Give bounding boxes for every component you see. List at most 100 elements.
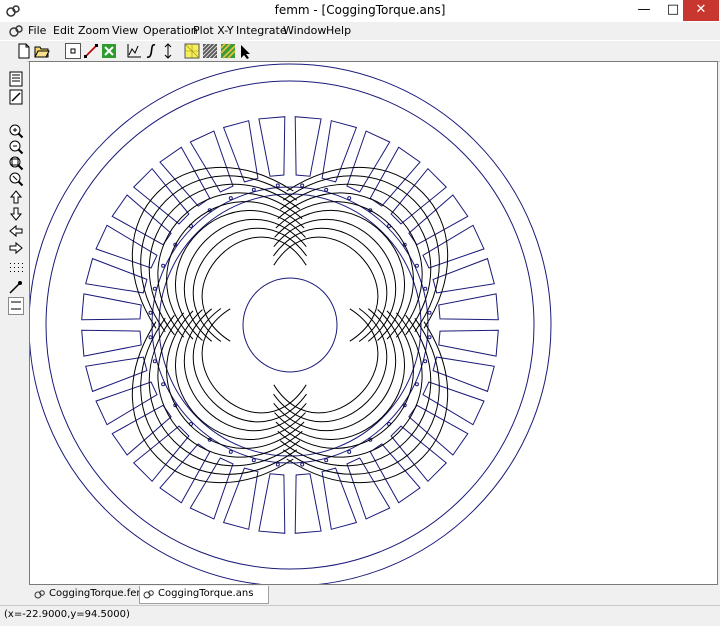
stator-slot: [159, 443, 211, 504]
node-marker: [228, 196, 233, 201]
pan-down-icon[interactable]: [8, 206, 24, 222]
snap-grid-icon[interactable]: [8, 89, 24, 105]
smooth-icon[interactable]: [160, 43, 176, 59]
flux-line: [157, 312, 303, 458]
open-file-icon[interactable]: [34, 43, 50, 59]
menu-plot-xy[interactable]: Plot X-Y: [193, 24, 234, 37]
stator-slot: [132, 167, 190, 225]
flux-line: [274, 309, 406, 441]
pan-left-icon[interactable]: [8, 223, 24, 239]
zoom-out-icon[interactable]: [8, 155, 24, 171]
stator-slot: [438, 329, 499, 357]
shaft: [242, 277, 338, 373]
minimize-button[interactable]: —: [630, 0, 658, 21]
menu-operation[interactable]: Operation: [143, 24, 198, 37]
menu-window[interactable]: Window: [283, 24, 326, 37]
node-marker: [427, 335, 432, 340]
flux-plot-canvas[interactable]: [29, 61, 718, 585]
flux-line: [201, 236, 307, 342]
refresh-icon[interactable]: [8, 71, 24, 87]
select-arrow-icon[interactable]: [238, 43, 254, 59]
menu-help[interactable]: Help: [326, 24, 351, 37]
node-marker: [414, 382, 419, 387]
area-mode-icon[interactable]: [101, 43, 117, 59]
pan-right-icon[interactable]: [8, 240, 24, 256]
stator-slot: [132, 425, 190, 483]
zoom-in-icon[interactable]: [8, 139, 24, 155]
show-mesh-icon[interactable]: [184, 43, 200, 59]
menu-bar: File Edit Zoom View Operation Plot X-Y I…: [0, 22, 720, 61]
stator-slot: [294, 473, 322, 534]
femm-document-icon: [34, 590, 45, 599]
flux-line: [192, 227, 307, 342]
node-marker: [427, 310, 432, 315]
zoom-window-icon[interactable]: [8, 171, 24, 187]
menu-edit[interactable]: Edit: [53, 24, 74, 37]
stator-slot: [346, 130, 391, 193]
close-button[interactable]: ✕: [683, 0, 719, 21]
stator-slot: [390, 425, 448, 483]
tab-coggingtorque-ans[interactable]: CoggingTorque.ans: [139, 586, 269, 604]
point-mode-icon[interactable]: [65, 43, 81, 59]
stator-slot: [189, 130, 234, 193]
stator-bore: [151, 186, 429, 464]
node-marker: [161, 382, 166, 387]
flux-line: [274, 209, 406, 341]
stator-slot: [422, 381, 485, 426]
node-marker: [228, 449, 233, 454]
flux-line: [192, 308, 307, 423]
stator-outer-edge: [45, 80, 535, 570]
zoom-natural-icon[interactable]: [8, 123, 24, 139]
node-marker: [161, 263, 166, 268]
stator-slot: [159, 146, 211, 207]
node-marker: [152, 286, 157, 291]
stator-slot: [95, 381, 158, 426]
node-marker: [324, 458, 329, 463]
node-marker: [148, 335, 153, 340]
view-toolbar: [0, 61, 27, 607]
snap-icon[interactable]: [8, 279, 24, 295]
node-marker: [300, 183, 305, 188]
node-marker: [347, 449, 352, 454]
stator-slot: [95, 224, 158, 269]
flux-line: [140, 175, 298, 333]
document-tabs: CoggingTorque.fem CoggingTorque.ans: [29, 585, 718, 605]
pan-up-icon[interactable]: [8, 189, 24, 205]
menu-zoom[interactable]: Zoom: [78, 24, 110, 37]
tab-coggingtorque-fem[interactable]: CoggingTorque.fem: [31, 586, 155, 603]
contour-mode-icon[interactable]: [83, 43, 99, 59]
document-icon[interactable]: [8, 24, 24, 38]
stator-slot: [390, 167, 448, 225]
flux-line: [174, 309, 306, 441]
femm-document-icon: [143, 590, 154, 599]
tab-label: CoggingTorque.ans: [158, 588, 254, 599]
node-marker: [423, 359, 428, 364]
stator-slot: [408, 194, 469, 246]
grid-size-icon[interactable]: [8, 297, 24, 315]
menu-file[interactable]: File: [28, 24, 46, 37]
flux-line: [273, 227, 388, 342]
density-plot-icon[interactable]: [202, 43, 218, 59]
menu-view[interactable]: View: [112, 24, 138, 37]
vector-plot-icon[interactable]: [220, 43, 236, 59]
node-marker: [275, 462, 280, 467]
flux-line: [140, 317, 298, 475]
flux-line: [282, 175, 440, 333]
stator-slot: [346, 457, 391, 520]
node-marker: [275, 183, 280, 188]
stator-slot: [258, 116, 286, 177]
show-grid-icon[interactable]: [8, 261, 24, 277]
flux-line: [157, 192, 303, 338]
node-marker: [148, 310, 153, 315]
window-title: femm - [CoggingTorque.ans]: [274, 3, 446, 17]
stator-slot: [408, 404, 469, 456]
stator-slot: [81, 329, 142, 357]
integral-icon[interactable]: [144, 43, 160, 59]
menu-integrate[interactable]: Integrate: [236, 24, 287, 37]
plot-xy-icon[interactable]: [126, 43, 142, 59]
new-file-icon[interactable]: [16, 43, 32, 59]
stator-slot: [189, 457, 234, 520]
stator-slot: [369, 146, 421, 207]
stator-slot: [422, 224, 485, 269]
flux-line: [282, 317, 440, 475]
